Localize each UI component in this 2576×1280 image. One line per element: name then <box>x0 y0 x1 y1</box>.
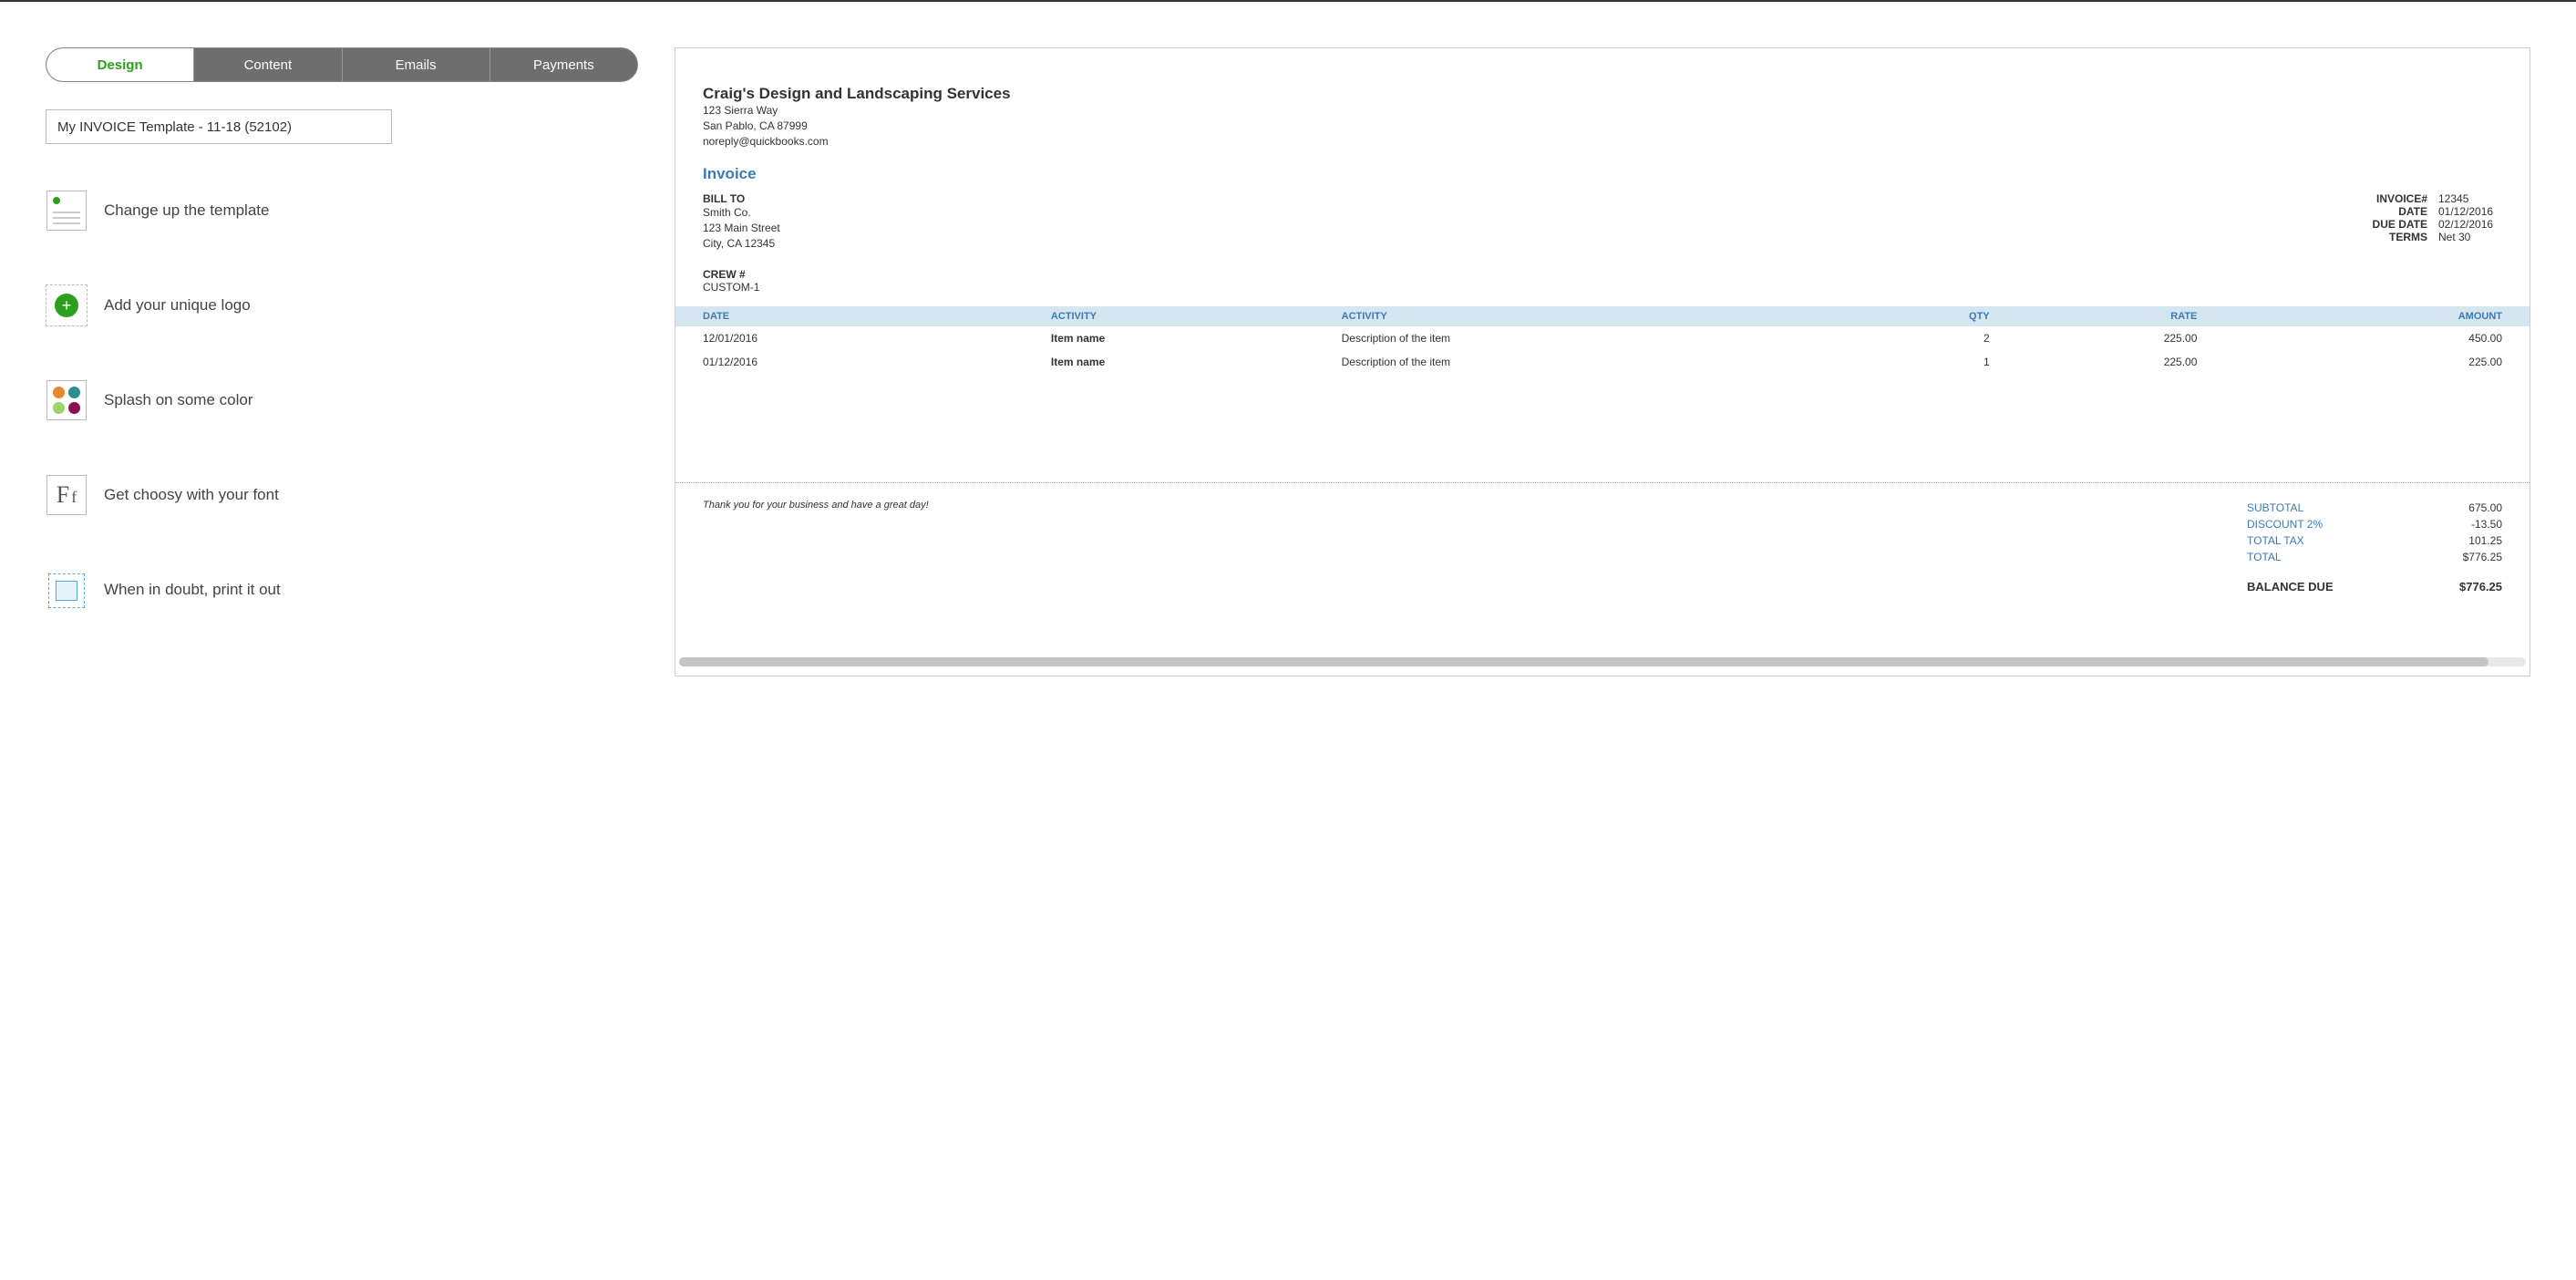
horizontal-scrollbar[interactable] <box>679 657 2526 666</box>
col-date: DATE <box>675 306 1042 326</box>
option-change-template[interactable]: Change up the template <box>46 190 638 232</box>
crew-value: CUSTOM-1 <box>703 281 2502 294</box>
thank-you-message: Thank you for your business and have a g… <box>703 500 2220 595</box>
line-items-table: DATE ACTIVITY ACTIVITY QTY RATE AMOUNT 1… <box>675 306 2530 374</box>
table-row: 01/12/2016 Item name Description of the … <box>675 350 2530 374</box>
option-label: Add your unique logo <box>104 296 251 315</box>
tab-design[interactable]: Design <box>46 48 194 81</box>
color-palette-icon <box>46 380 87 420</box>
option-label: Change up the template <box>104 201 269 220</box>
col-activity: ACTIVITY <box>1042 306 1333 326</box>
company-addr1: 123 Sierra Way <box>703 103 2502 119</box>
template-name-input[interactable] <box>46 109 392 144</box>
option-label: Get choosy with your font <box>104 486 279 504</box>
tab-bar: Design Content Emails Payments <box>46 47 638 82</box>
company-name: Craig's Design and Landscaping Services <box>703 85 2502 103</box>
option-print[interactable]: When in doubt, print it out <box>46 569 638 611</box>
print-layout-icon <box>46 570 87 610</box>
company-addr2: San Pablo, CA 87999 <box>703 119 2502 134</box>
option-label: When in doubt, print it out <box>104 581 281 599</box>
tab-emails[interactable]: Emails <box>343 48 490 81</box>
invoice-meta: INVOICE#12345 DATE01/12/2016 DUE DATE02/… <box>2373 192 2502 251</box>
col-amount: AMOUNT <box>2206 306 2530 326</box>
tab-content[interactable]: Content <box>194 48 342 81</box>
option-color[interactable]: Splash on some color <box>46 379 638 421</box>
template-icon <box>46 191 87 231</box>
totals-block: SUBTOTAL675.00 DISCOUNT 2%-13.50 TOTAL T… <box>2247 500 2502 595</box>
company-email: noreply@quickbooks.com <box>703 134 2502 150</box>
crew-label: CREW # <box>703 268 2502 281</box>
font-icon: Ff <box>46 475 87 515</box>
option-add-logo[interactable]: + Add your unique logo <box>46 284 638 326</box>
col-activity-desc: ACTIVITY <box>1333 306 1843 326</box>
document-title: Invoice <box>703 165 2502 183</box>
col-qty: QTY <box>1842 306 1998 326</box>
bill-to-addr2: City, CA 12345 <box>703 236 780 252</box>
table-row: 12/01/2016 Item name Description of the … <box>675 326 2530 350</box>
invoice-preview: Craig's Design and Landscaping Services … <box>675 47 2530 676</box>
tab-payments[interactable]: Payments <box>490 48 637 81</box>
option-font[interactable]: Ff Get choosy with your font <box>46 474 638 516</box>
bill-to-addr1: 123 Main Street <box>703 221 780 236</box>
add-logo-icon: + <box>46 284 88 326</box>
bill-to-label: BILL TO <box>703 192 780 205</box>
option-label: Splash on some color <box>104 391 252 409</box>
col-rate: RATE <box>1999 306 2207 326</box>
bill-to-name: Smith Co. <box>703 205 780 221</box>
